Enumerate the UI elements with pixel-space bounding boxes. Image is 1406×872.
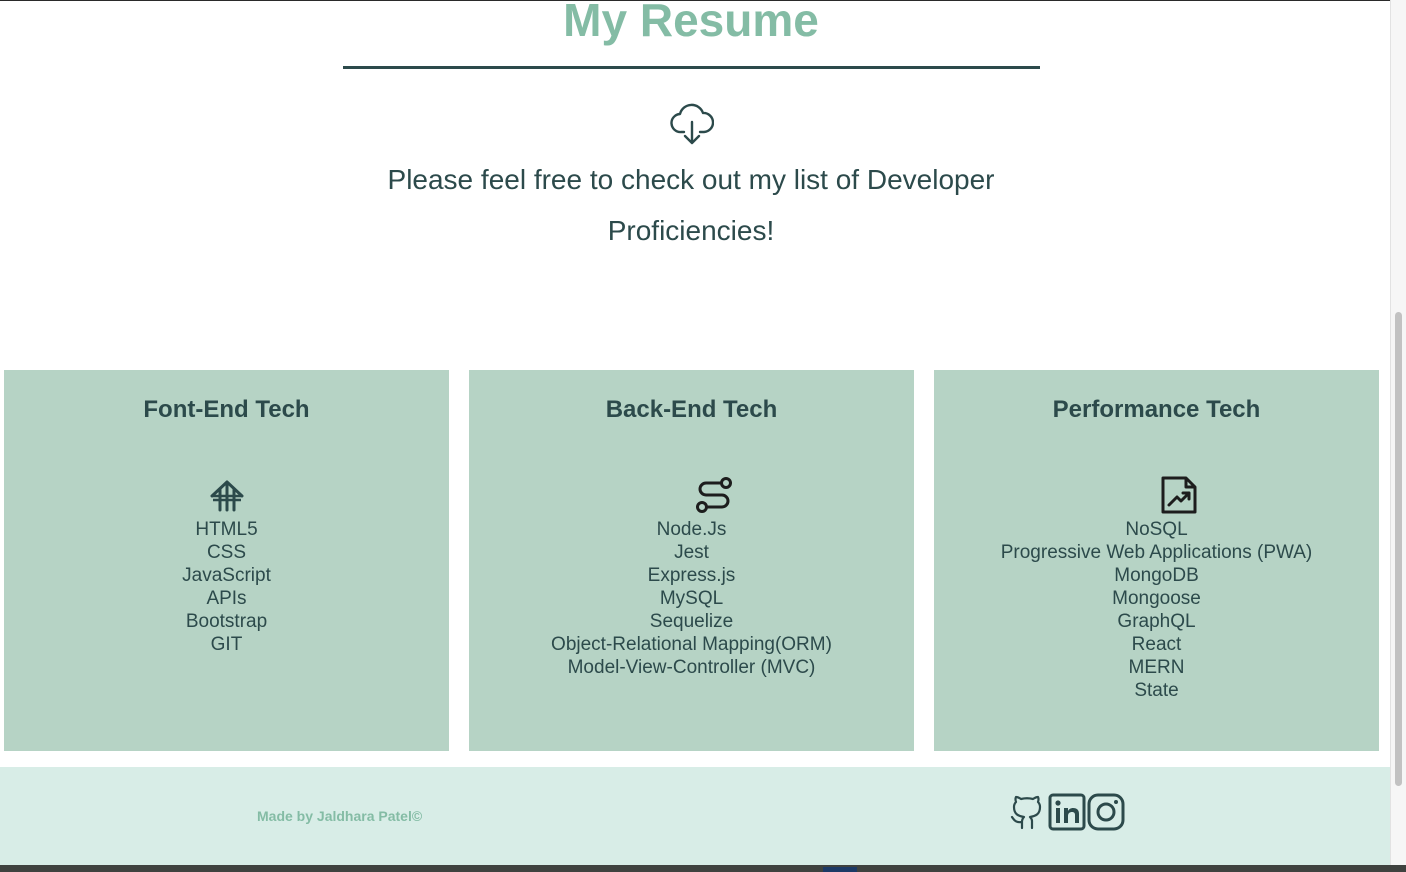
list-item: MERN	[1128, 657, 1185, 678]
vertical-scrollbar[interactable]	[1390, 0, 1406, 865]
list-item: Mongoose	[1112, 588, 1201, 609]
list-item: CSS	[206, 542, 247, 563]
cloud-download-icon[interactable]	[670, 102, 714, 146]
card-title: Back-End Tech	[605, 396, 778, 423]
list-item: MySQL	[659, 588, 724, 609]
list-item: Express.js	[647, 565, 736, 586]
list-item: Sequelize	[649, 611, 734, 632]
list-item: JavaScript	[182, 565, 271, 586]
file-chart-icon	[1161, 476, 1197, 514]
list-item: State	[1134, 680, 1179, 701]
list-item: Progressive Web Applications (PWA)	[1000, 542, 1313, 563]
list-item: GIT	[210, 634, 243, 655]
page-title: My Resume	[563, 0, 819, 46]
list-item: Bootstrap	[185, 611, 268, 632]
intro-text: Please feel free to check out my list of…	[372, 154, 1010, 256]
list-item: NoSQL	[1125, 519, 1188, 540]
list-item: Object-Relational Mapping(ORM)	[551, 634, 832, 655]
frontend-icon	[210, 480, 243, 512]
list-item: HTML5	[195, 519, 258, 540]
page-viewport: My Resume Please feel free to check out …	[0, 0, 1390, 866]
taskbar-indicator	[823, 867, 857, 872]
intro-line-1: Please feel free to check out my list of…	[387, 164, 995, 195]
skill-list: NoSQL Progressive Web Applications (PWA)…	[934, 518, 1379, 702]
footer: Made by Jaldhara Patel©	[0, 767, 1390, 866]
list-item: Node.Js	[656, 519, 727, 540]
intro-line-2: Proficiencies!	[607, 215, 775, 246]
list-item: Model-View-Controller (MVC)	[567, 657, 816, 678]
linkedin-icon[interactable]	[1048, 793, 1086, 831]
title-divider	[343, 66, 1040, 69]
github-icon[interactable]	[1008, 793, 1046, 831]
backend-card: Back-End Tech Node.Js Jest Express.js My…	[469, 370, 914, 751]
list-item: APIs	[206, 588, 247, 609]
frontend-card: Font-End Tech HTML5 CSS JavaScript APIs …	[4, 370, 449, 751]
skill-list: Node.Js Jest Express.js MySQL Sequelize …	[469, 518, 914, 679]
list-item: Jest	[674, 542, 709, 563]
performance-card: Performance Tech NoSQL Progressive Web A…	[934, 370, 1379, 751]
instagram-icon[interactable]	[1087, 793, 1125, 831]
route-icon	[696, 477, 732, 513]
scrollbar-thumb[interactable]	[1395, 312, 1402, 786]
desktop-strip	[0, 865, 1406, 872]
footer-credit: Made by Jaldhara Patel©	[257, 808, 423, 824]
list-item: MongoDB	[1114, 565, 1199, 586]
skill-list: HTML5 CSS JavaScript APIs Bootstrap GIT	[4, 518, 449, 656]
card-title: Font-End Tech	[143, 396, 310, 423]
list-item: GraphQL	[1117, 611, 1196, 632]
card-title: Performance Tech	[1052, 396, 1261, 423]
list-item: React	[1131, 634, 1182, 655]
